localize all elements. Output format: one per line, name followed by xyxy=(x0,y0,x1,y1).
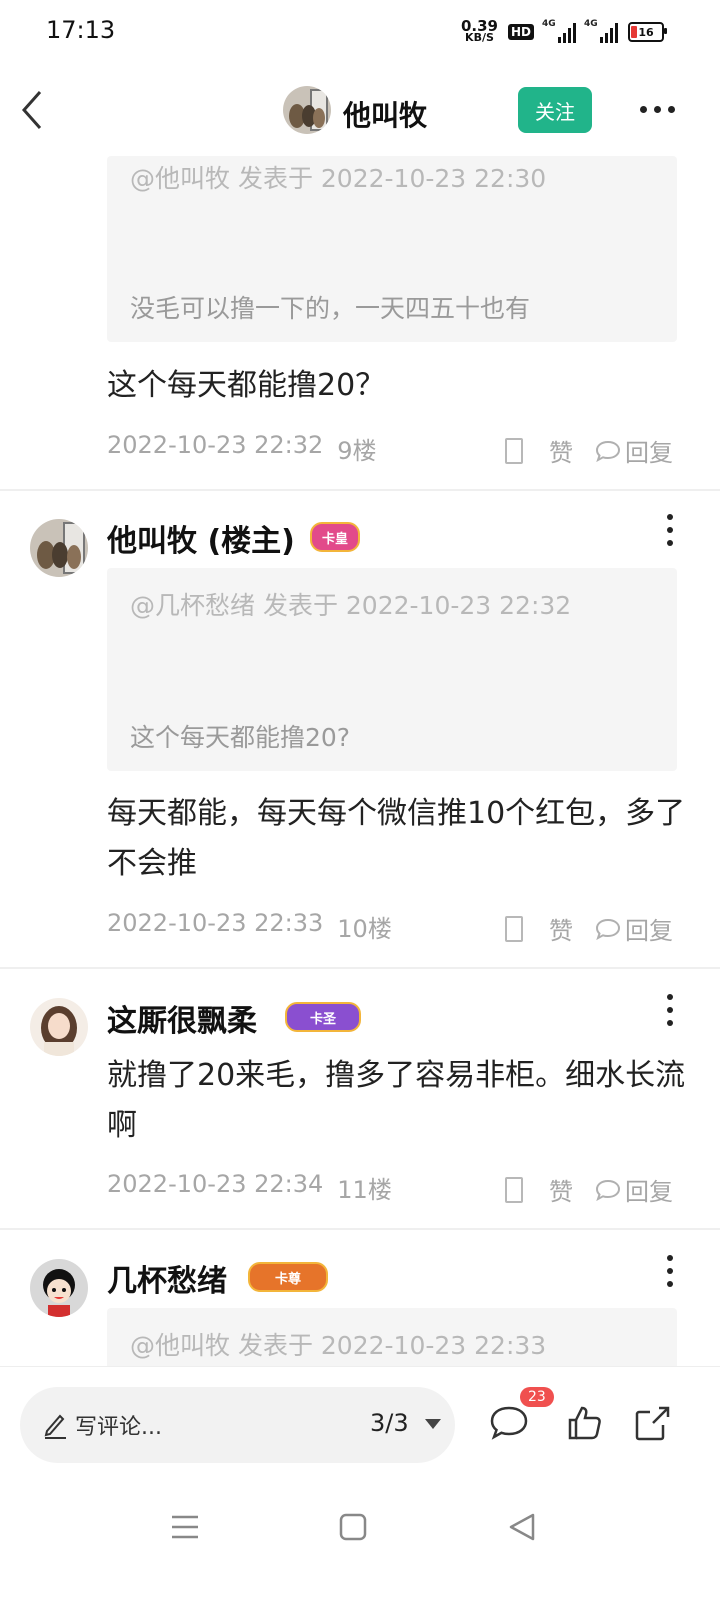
like-icon[interactable] xyxy=(505,915,523,942)
comment-meta: 2022-10-23 22:33 10楼 xyxy=(107,909,392,944)
bottom-bar: 写评论... 3/3 23 xyxy=(0,1366,720,1483)
level-badge: 卡皇 xyxy=(310,522,360,552)
quote-text: 没毛可以撸一下的，一天四五十也有 xyxy=(130,294,531,323)
more-icon[interactable] xyxy=(664,514,676,546)
thumbs-up-icon[interactable] xyxy=(564,1403,604,1443)
quote-meta: @几杯愁绪 发表于 2022-10-23 22:32 xyxy=(130,591,572,620)
status-bar: 17:13 0.39 KB/S HD 4G 4G 16 xyxy=(0,0,720,64)
quote-box: @几杯愁绪 发表于 2022-10-23 22:32 这个每天都能撸20? xyxy=(107,568,677,771)
top-bar: 他叫牧 关注 xyxy=(0,64,720,156)
comment-actions: 赞 回复 xyxy=(505,1172,685,1207)
battery-level: 16 xyxy=(638,25,654,39)
hd-icon: HD xyxy=(507,24,534,40)
reply-icon[interactable] xyxy=(595,440,621,462)
status-time: 17:13 xyxy=(46,16,116,44)
comment-list[interactable]: @他叫牧 发表于 2022-10-23 22:30 没毛可以撸一下的，一天四五十… xyxy=(0,156,720,1366)
reply-button[interactable]: 回复 xyxy=(625,433,673,468)
comment-floor: 9楼 xyxy=(337,437,377,465)
comment-actions: 赞 回复 xyxy=(505,433,685,468)
divider xyxy=(0,967,720,969)
comment-meta: 2022-10-23 22:34 11楼 xyxy=(107,1170,392,1205)
quote-meta: @他叫牧 发表于 2022-10-23 22:30 xyxy=(130,164,547,193)
avatar[interactable] xyxy=(30,519,88,577)
comment-time: 2022-10-23 22:34 xyxy=(107,1170,324,1198)
quote-text: 这个每天都能撸20? xyxy=(130,723,351,752)
net-speed-unit: KB/S xyxy=(465,31,494,44)
comment-author[interactable]: 他叫牧 (楼主) xyxy=(107,516,295,560)
comment-placeholder: 写评论... xyxy=(75,1415,162,1440)
more-icon[interactable] xyxy=(640,102,680,116)
like-icon[interactable] xyxy=(505,437,523,464)
comment-meta: 2022-10-23 22:32 9楼 xyxy=(107,431,377,466)
level-badge: 卡圣 xyxy=(285,1002,361,1032)
like-button[interactable]: 赞 xyxy=(549,911,573,946)
comment-author[interactable]: 这厮很飘柔 xyxy=(107,996,257,1040)
more-icon[interactable] xyxy=(664,994,676,1026)
avatar[interactable] xyxy=(30,1259,88,1317)
comment-text: 这个每天都能撸20？ xyxy=(107,368,386,403)
home-icon[interactable] xyxy=(336,1510,370,1544)
signal-icon-2: 4G xyxy=(584,19,618,43)
comment-floor: 11楼 xyxy=(337,1176,392,1204)
battery-icon: 16 xyxy=(628,22,667,42)
reply-icon[interactable] xyxy=(595,1179,621,1201)
more-icon[interactable] xyxy=(664,1255,676,1287)
divider xyxy=(0,1228,720,1230)
comment-text: 就撸了20来毛，撸多了容易非柜。细水长流啊 xyxy=(107,1058,686,1143)
signal-label: 4G xyxy=(542,19,556,29)
net-speed: 0.39 KB/S xyxy=(461,19,498,44)
divider xyxy=(0,489,720,491)
like-button[interactable]: 赞 xyxy=(549,433,573,468)
share-icon[interactable] xyxy=(633,1403,673,1443)
quote-box: @他叫牧 发表于 2022-10-23 22:33 xyxy=(107,1308,677,1366)
page-indicator[interactable]: 3/3 xyxy=(370,1409,409,1437)
comment-count-badge: 23 xyxy=(520,1387,554,1407)
avatar[interactable] xyxy=(283,86,331,134)
reply-button[interactable]: 回复 xyxy=(625,1172,673,1207)
comment-input[interactable]: 写评论... 3/3 xyxy=(20,1387,455,1463)
like-icon[interactable] xyxy=(505,1176,523,1203)
comment-floor: 10楼 xyxy=(337,915,392,943)
comment-actions: 赞 回复 xyxy=(505,911,685,946)
level-badge: 卡尊 xyxy=(248,1262,328,1292)
system-nav-bar xyxy=(0,1482,720,1600)
comment-time: 2022-10-23 22:33 xyxy=(107,909,324,937)
quote-meta: @他叫牧 发表于 2022-10-23 22:33 xyxy=(130,1331,547,1360)
signal-icon: 4G xyxy=(542,19,576,43)
comment-icon[interactable] xyxy=(489,1403,529,1443)
like-button[interactable]: 赞 xyxy=(549,1172,573,1207)
back-icon[interactable] xyxy=(18,88,48,132)
signal-label-2: 4G xyxy=(584,19,598,29)
reply-icon[interactable] xyxy=(595,918,621,940)
pencil-icon xyxy=(44,1414,66,1439)
comment-text: 每天都能，每天每个微信推10个红包，多了不会推 xyxy=(107,796,686,881)
menu-icon[interactable] xyxy=(168,1510,202,1544)
avatar[interactable] xyxy=(30,998,88,1056)
follow-button[interactable]: 关注 xyxy=(518,87,592,133)
status-icons: 0.39 KB/S HD 4G 4G 16 xyxy=(461,16,667,48)
quote-box: @他叫牧 发表于 2022-10-23 22:30 没毛可以撸一下的，一天四五十… xyxy=(107,156,677,342)
page-title: 他叫牧 xyxy=(343,99,428,132)
comment-author[interactable]: 几杯愁绪 xyxy=(107,1256,227,1300)
chevron-down-icon[interactable] xyxy=(425,1419,441,1429)
reply-button[interactable]: 回复 xyxy=(625,911,673,946)
comment-time: 2022-10-23 22:32 xyxy=(107,431,324,459)
back-nav-icon[interactable] xyxy=(505,1510,539,1544)
